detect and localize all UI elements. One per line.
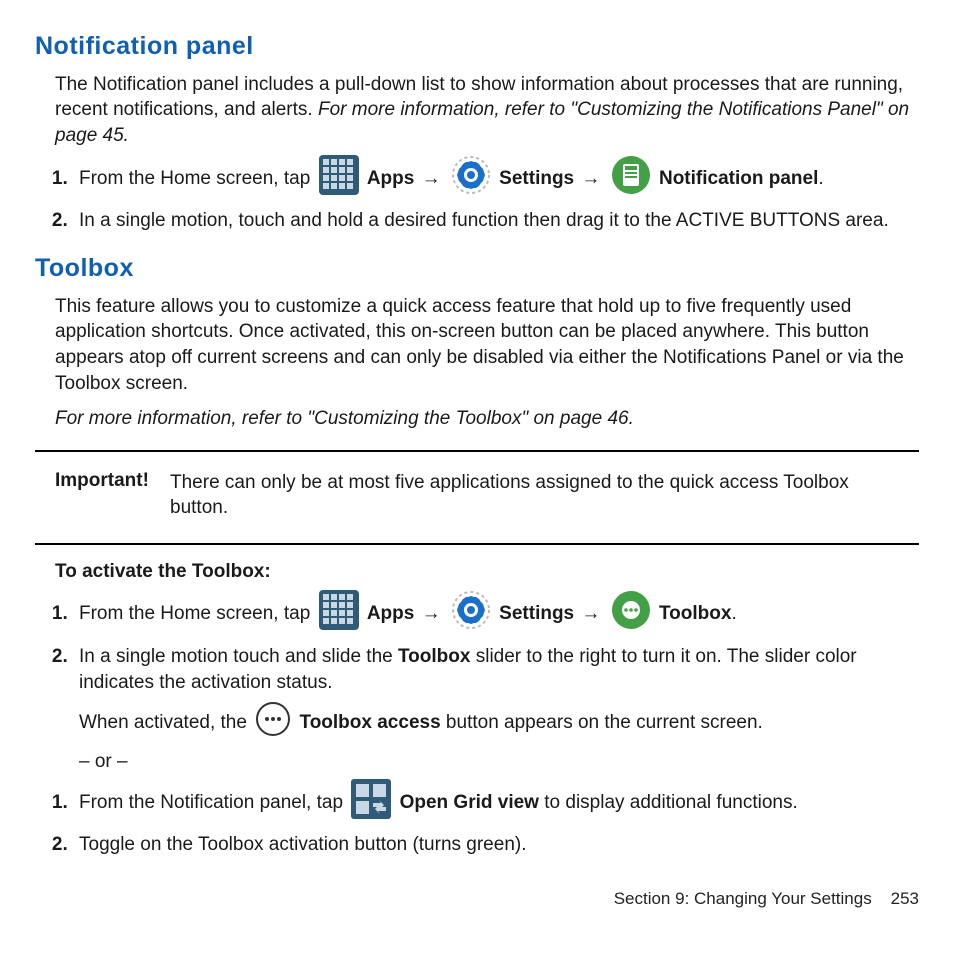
settings-gear-icon: [451, 590, 491, 638]
arrow-icon: →: [581, 603, 600, 624]
arrow-icon: →: [422, 168, 441, 189]
activate-heading: To activate the Toolbox:: [55, 559, 919, 585]
notif-step-1: From the Home screen, tap Apps →: [73, 155, 919, 203]
settings-gear-icon: [451, 155, 491, 203]
toolbox-steps: From the Home screen, tap Apps →: [73, 590, 919, 774]
arrow-icon: →: [422, 603, 441, 624]
open-grid-label: Open Grid view: [400, 792, 539, 813]
toolbox-access-icon: [255, 701, 291, 745]
toolbox-slider-label: Toolbox: [398, 646, 470, 667]
notif-panel-label-a: Notification: [659, 168, 764, 189]
divider: [35, 543, 919, 545]
notif-panel-label-b: panel: [769, 168, 819, 189]
step-text: From the Home screen, tap: [79, 603, 316, 624]
arrow-icon: →: [581, 168, 600, 189]
toolbox-dots-icon: [611, 590, 651, 638]
toolbox-step-1: From the Home screen, tap Apps →: [73, 590, 919, 638]
step-text: From the Notification panel, tap: [79, 792, 348, 813]
important-label: Important!: [55, 470, 149, 491]
step-text-end: to display additional functions.: [539, 792, 798, 813]
heading-toolbox: Toolbox: [35, 252, 919, 286]
footer-page: 253: [891, 889, 919, 908]
apps-label: Apps: [367, 603, 415, 624]
notif-intro: The Notification panel includes a pull-d…: [55, 72, 919, 149]
toolbox-step-2: In a single motion touch and slide the T…: [73, 644, 919, 775]
apps-label: Apps: [367, 168, 415, 189]
apps-grid-icon: [319, 155, 359, 203]
activated-text-end: button appears on the current screen.: [441, 712, 763, 733]
footer-section: Section 9: Changing Your Settings: [614, 889, 872, 908]
page-footer: Section 9: Changing Your Settings 253: [35, 888, 919, 911]
toolbox-label: Toolbox: [659, 603, 731, 624]
settings-label: Settings: [499, 603, 574, 624]
notif-steps: From the Home screen, tap Apps →: [73, 155, 919, 234]
notification-panel-icon: [611, 155, 651, 203]
activated-text: When activated, the: [79, 712, 252, 733]
toolbox-alt-step-1: From the Notification panel, tap Open Gr…: [73, 779, 919, 827]
important-note: Important! There can only be at most fiv…: [55, 464, 899, 525]
heading-notification-panel: Notification panel: [35, 30, 919, 64]
important-text: There can only be at most five applicati…: [170, 470, 899, 521]
toolbox-intro-ref: For more information, refer to "Customiz…: [55, 406, 919, 432]
notif-step-2: In a single motion, touch and hold a des…: [73, 208, 919, 234]
toolbox-access-label: Toolbox access: [300, 712, 441, 733]
divider: [35, 450, 919, 452]
open-grid-view-icon: [351, 779, 391, 827]
settings-label: Settings: [499, 168, 574, 189]
or-separator: – or –: [79, 749, 919, 775]
toolbox-alt-steps: From the Notification panel, tap Open Gr…: [73, 779, 919, 858]
step-text: From the Home screen, tap: [79, 168, 316, 189]
apps-grid-icon: [319, 590, 359, 638]
toolbox-alt-step-2: Toggle on the Toolbox activation button …: [73, 832, 919, 858]
toolbox-intro: This feature allows you to customize a q…: [55, 294, 919, 397]
step-text: In a single motion touch and slide the: [79, 646, 398, 667]
